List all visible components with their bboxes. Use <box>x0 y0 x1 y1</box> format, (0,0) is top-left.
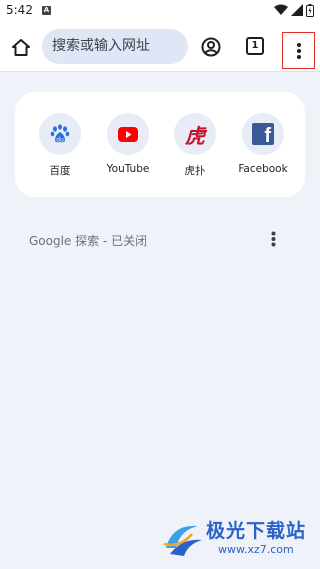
more-menu-button[interactable] <box>282 32 315 69</box>
more-vert-icon <box>271 231 275 247</box>
baidu-icon: du <box>50 124 70 144</box>
notification-a-icon: A <box>42 6 51 15</box>
browser-toolbar: 搜索或输入网址 1 <box>0 22 320 72</box>
discover-menu-button[interactable] <box>264 229 282 249</box>
shortcut-tile-youtube[interactable]: YouTube <box>95 113 161 183</box>
shortcuts-card: du 百度 YouTube 虎 虎扑 f Facebook <box>15 92 305 197</box>
signal-icon <box>291 4 303 16</box>
wifi-icon <box>274 4 288 15</box>
shortcut-label: 百度 <box>49 165 71 177</box>
shortcut-icon-container: du <box>39 113 81 155</box>
home-icon <box>12 38 30 56</box>
account-button[interactable] <box>199 35 223 59</box>
more-vert-icon <box>296 42 301 59</box>
discover-status-label: Google 探索 - 已关闭 <box>29 234 148 248</box>
facebook-icon: f <box>252 123 274 145</box>
hupu-icon: 虎 <box>185 123 205 148</box>
shortcut-icon-container: 虎 <box>174 113 216 155</box>
youtube-icon <box>118 126 138 142</box>
shortcut-icon-container: f <box>242 113 284 155</box>
battery-icon <box>306 4 314 17</box>
watermark-url: www.xz7.com <box>218 543 294 556</box>
toolbar-divider <box>0 71 320 72</box>
shortcut-tile-hupu[interactable]: 虎 虎扑 <box>162 113 228 183</box>
shortcut-label: Facebook <box>238 163 288 175</box>
account-icon <box>201 37 221 57</box>
watermark-title: 极光下载站 <box>206 520 307 542</box>
svg-text:du: du <box>56 137 64 144</box>
shortcut-tile-baidu[interactable]: du 百度 <box>27 113 93 183</box>
omnibox-search-input[interactable]: 搜索或输入网址 <box>42 29 188 64</box>
status-time: 5:42 <box>6 3 33 17</box>
shortcut-label: 虎扑 <box>184 165 206 177</box>
facebook-glyph: f <box>264 125 271 145</box>
status-bar: 5:42 A <box>0 0 320 22</box>
tab-switcher-button[interactable]: 1 <box>246 37 264 55</box>
shortcut-label: YouTube <box>106 163 150 175</box>
watermark: 极光下载站 www.xz7.com <box>162 516 317 564</box>
watermark-logo-icon <box>163 525 202 556</box>
shortcut-icon-container <box>107 113 149 155</box>
shortcut-tile-facebook[interactable]: f Facebook <box>230 113 296 183</box>
home-button[interactable] <box>8 35 34 59</box>
